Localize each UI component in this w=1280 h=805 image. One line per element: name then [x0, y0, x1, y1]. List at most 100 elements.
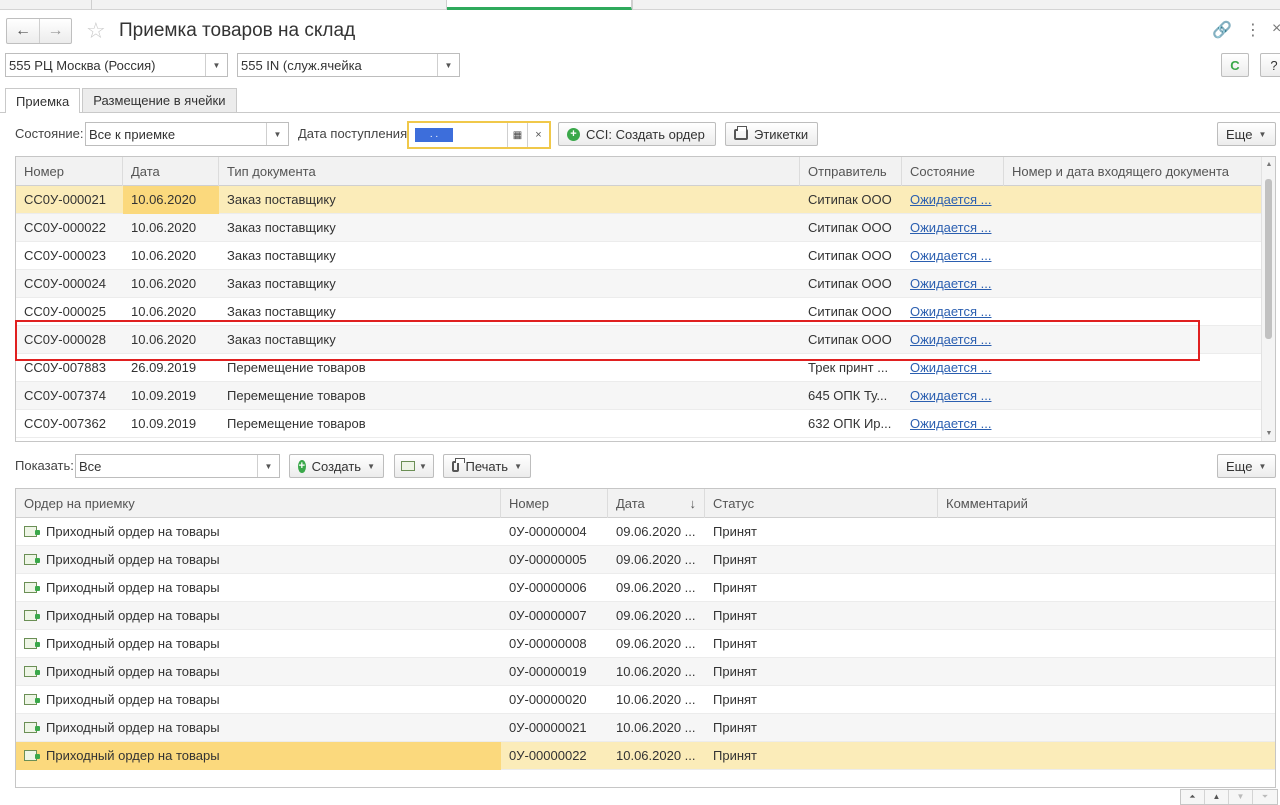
table-row[interactable]: СС0У-007883 26.09.2019 Перемещение товаров… — [16, 354, 1263, 382]
more-menu-icon[interactable]: ⋮ — [1245, 20, 1261, 40]
table-row[interactable]: Приходный ордер на товары 0У-00000020 10.0… — [16, 686, 1275, 714]
table-row[interactable]: Приходный ордер на товары 0У-00000022 10.0… — [16, 742, 1275, 770]
labels-button[interactable]: Этикетки — [725, 122, 818, 146]
table-row[interactable]: СС0У-000025 10.06.2020 Заказ поставщику Сит… — [16, 298, 1263, 326]
close-icon[interactable]: × — [1272, 20, 1280, 38]
window-tab-active[interactable] — [447, 0, 632, 10]
cell-date: 10.06.2020 ... — [608, 658, 705, 686]
column-header-number[interactable]: Номер — [501, 489, 608, 518]
cell-status: Принят — [705, 602, 938, 630]
cell-state[interactable]: Ожидается ... — [902, 214, 1004, 242]
form-tabs: Приемка Размещение в ячейки — [5, 88, 239, 113]
cell-number: 0У-00000007 — [501, 602, 608, 630]
cell-state[interactable]: Ожидается ... — [902, 242, 1004, 270]
column-header-number[interactable]: Номер — [16, 157, 123, 186]
table-row[interactable]: СС0У-000028 10.06.2020 Заказ поставщику Сит… — [16, 326, 1263, 354]
table-row[interactable]: Приходный ордер на товары 0У-00000008 09.0… — [16, 630, 1275, 658]
table-row[interactable]: СС0У-000022 10.06.2020 Заказ поставщику Сит… — [16, 214, 1263, 242]
window-tab[interactable] — [0, 0, 92, 10]
forward-button[interactable]: → — [39, 19, 71, 43]
cell-comment — [938, 546, 1275, 574]
state-link[interactable]: Ожидается ... — [910, 332, 991, 347]
vertical-scrollbar[interactable]: ▲ ▼ — [1261, 157, 1275, 441]
back-button[interactable]: ← — [7, 19, 39, 43]
scrollbar-thumb[interactable] — [1265, 179, 1272, 339]
cell-select[interactable]: 555 IN (служ.ячейка ▼ — [237, 53, 460, 77]
column-header-comment[interactable]: Комментарий — [938, 489, 1275, 518]
scroll-down-icon[interactable]: ▼ — [1262, 430, 1275, 437]
column-header-date[interactable]: Дата ↓ — [608, 489, 705, 518]
warehouse-select[interactable]: 555 РЦ Москва (Россия) ▼ — [5, 53, 228, 77]
cell-sender: 645 ОПК Ту... — [808, 388, 888, 403]
cell-state[interactable]: Ожидается ... — [902, 326, 1004, 354]
table-row[interactable]: СС0У-007374 10.09.2019 Перемещение товаров… — [16, 382, 1263, 410]
column-header-sender[interactable]: Отправитель — [800, 157, 902, 186]
cell-doc-type: Перемещение товаров — [227, 416, 366, 431]
link-icon[interactable]: 🔗 — [1212, 20, 1232, 40]
table-row[interactable]: Приходный ордер на товары 0У-00000021 10.0… — [16, 714, 1275, 742]
dropdown-arrow-icon[interactable]: ▼ — [257, 455, 279, 477]
state-link[interactable]: Ожидается ... — [910, 192, 991, 207]
caret-down-icon: ▼ — [1258, 129, 1267, 139]
more-button-2[interactable]: Еще ▼ — [1217, 454, 1276, 478]
state-link[interactable]: Ожидается ... — [910, 220, 991, 235]
state-link[interactable]: Ожидается ... — [910, 248, 991, 263]
cell-state[interactable]: Ожидается ... — [902, 354, 1004, 382]
table-row[interactable]: СС0У-000023 10.06.2020 Заказ поставщику Сит… — [16, 242, 1263, 270]
tab-priemka[interactable]: Приемка — [5, 88, 81, 113]
table-row[interactable]: СС0У-000024 10.06.2020 Заказ поставщику Сит… — [16, 270, 1263, 298]
tab-cell-placement[interactable]: Размещение в ячейки — [82, 88, 237, 112]
table-row[interactable]: СС0У-000021 10.06.2020 Заказ поставщику Сит… — [16, 186, 1263, 214]
dropdown-arrow-icon[interactable]: ▼ — [266, 123, 288, 145]
cell-state[interactable]: Ожидается ... — [902, 270, 1004, 298]
dropdown-arrow-icon[interactable]: ▼ — [205, 54, 227, 76]
state-link[interactable]: Ожидается ... — [910, 388, 991, 403]
state-link[interactable]: Ожидается ... — [910, 416, 991, 431]
refresh-button[interactable]: C — [1221, 53, 1249, 77]
cell-number: СС0У-000022 — [24, 220, 106, 235]
table-row[interactable]: СС0У-007362 10.09.2019 Перемещение товаров… — [16, 410, 1263, 438]
state-link[interactable]: Ожидается ... — [910, 304, 991, 319]
create-button[interactable]: + Создать ▼ — [289, 454, 384, 478]
create-order-button[interactable]: + CCI: Создать ордер — [558, 122, 716, 146]
cell-date: 10.06.2020 ... — [608, 686, 705, 714]
last-page-icon[interactable]: ⏷ — [1253, 790, 1277, 804]
column-header-incoming-doc[interactable]: Номер и дата входящего документа — [1004, 157, 1263, 186]
dropdown-arrow-icon[interactable]: ▼ — [437, 54, 459, 76]
print-button[interactable]: Печать ▼ — [443, 454, 531, 478]
column-header-status[interactable]: Статус — [705, 489, 938, 518]
help-button[interactable]: ? — [1260, 53, 1280, 77]
window-tab[interactable] — [92, 0, 447, 10]
cell-state[interactable]: Ожидается ... — [902, 382, 1004, 410]
cell-state[interactable]: Ожидается ... — [902, 410, 1004, 438]
table-row[interactable]: Приходный ордер на товары 0У-00000007 09.0… — [16, 602, 1275, 630]
cell-state[interactable]: Ожидается ... — [902, 298, 1004, 326]
column-header-state[interactable]: Состояние — [902, 157, 1004, 186]
state-link[interactable]: Ожидается ... — [910, 276, 991, 291]
column-header-doc-type[interactable]: Тип документа — [219, 157, 800, 186]
show-select[interactable]: Все ▼ — [75, 454, 280, 478]
cell-state[interactable]: Ожидается ... — [902, 186, 1004, 214]
receipt-order-icon — [24, 554, 40, 565]
receipt-date-input[interactable]: . . ▦ × — [407, 121, 551, 149]
table-row[interactable]: Приходный ордер на товары 0У-00000006 09.0… — [16, 574, 1275, 602]
related-docs-button[interactable]: ▼ — [394, 454, 434, 478]
table-row[interactable]: Приходный ордер на товары 0У-00000005 09.0… — [16, 546, 1275, 574]
column-header-order[interactable]: Ордер на приемку — [16, 489, 501, 518]
cell-number: СС0У-007883 — [24, 360, 106, 375]
calendar-icon[interactable]: ▦ — [507, 123, 527, 147]
table-row[interactable]: Приходный ордер на товары 0У-00000019 10.0… — [16, 658, 1275, 686]
state-link[interactable]: Ожидается ... — [910, 360, 991, 375]
column-header-date[interactable]: Дата — [123, 157, 219, 186]
cell-number: СС0У-000021 — [24, 192, 106, 207]
next-page-icon[interactable]: ▼ — [1229, 790, 1253, 804]
clear-icon[interactable]: × — [527, 123, 549, 147]
first-page-icon[interactable]: ⏶ — [1181, 790, 1205, 804]
more-button[interactable]: Еще ▼ — [1217, 122, 1276, 146]
prev-page-icon[interactable]: ▲ — [1205, 790, 1229, 804]
favorite-star-icon[interactable]: ☆ — [86, 18, 106, 44]
scroll-up-icon[interactable]: ▲ — [1262, 161, 1275, 168]
cell-number: СС0У-000028 — [24, 332, 106, 347]
state-select[interactable]: Все к приемке ▼ — [85, 122, 289, 146]
table-row[interactable]: Приходный ордер на товары 0У-00000004 09.0… — [16, 518, 1275, 546]
